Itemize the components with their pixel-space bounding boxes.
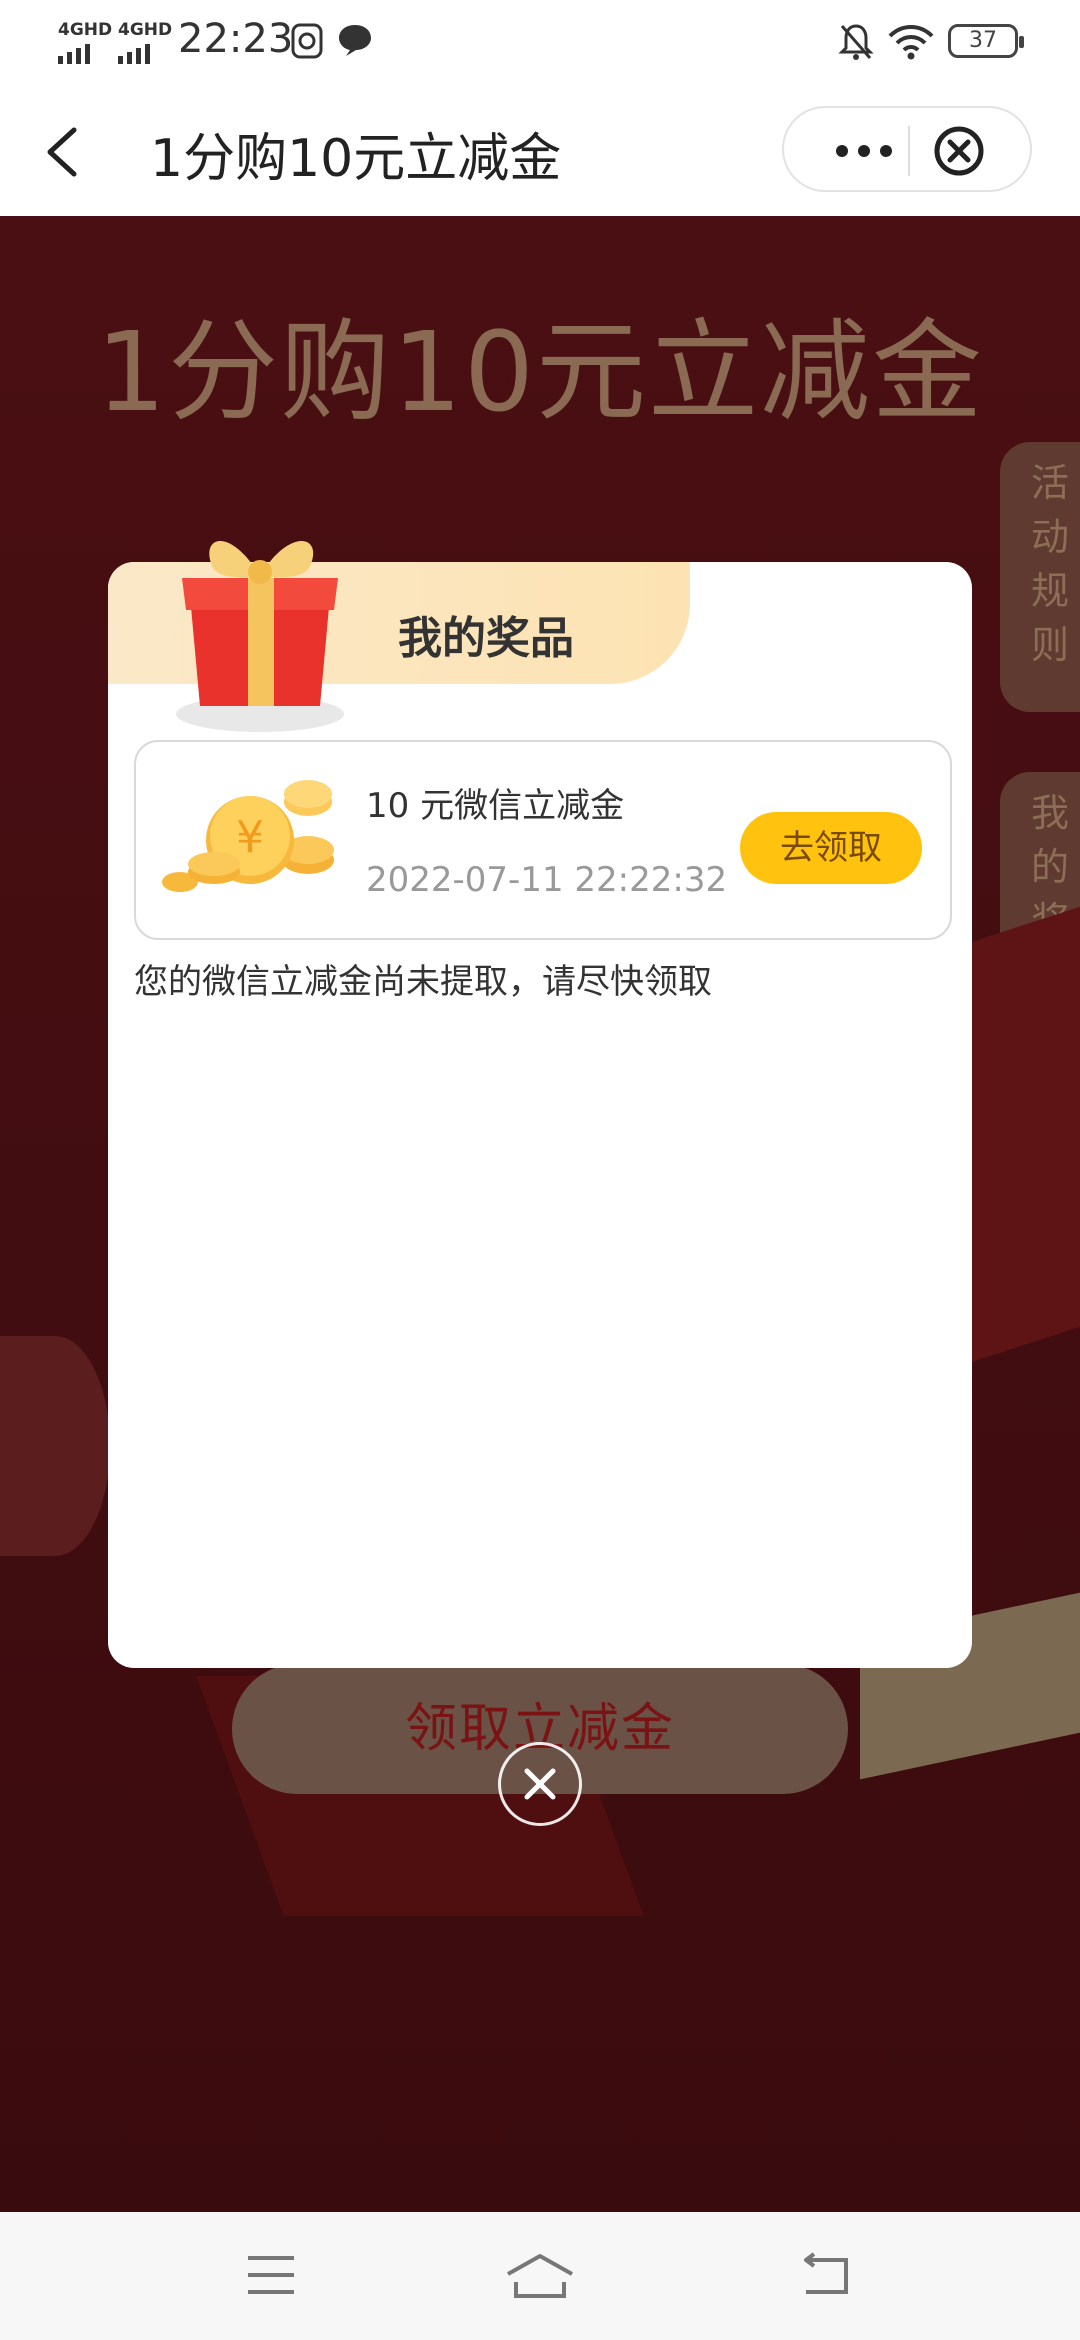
- dialog-title: 我的奖品: [398, 613, 574, 664]
- status-bar: 4GHD 4GHD 22:23 37: [0, 0, 1080, 86]
- home-icon[interactable]: [504, 2252, 576, 2302]
- page-title: 1分购10元立减金: [150, 129, 562, 189]
- side-tab-rules[interactable]: 活 动 规 则: [1000, 442, 1080, 712]
- system-navigation-bar: [0, 2212, 1080, 2340]
- side-tab-rules-label: 活 动 规 则: [1030, 461, 1069, 667]
- sim1-label: 4GHD: [58, 20, 113, 40]
- app-notification-icon: [291, 23, 323, 59]
- gift-box-icon: [176, 541, 344, 732]
- signal-sim2-icon: 4GHD: [118, 20, 172, 64]
- my-prizes-dialog: 我的奖品 ¥ 10 元微信立减金 2022-07-11 22:22:32 去领取…: [108, 541, 972, 1668]
- back-arrow-icon[interactable]: [44, 126, 80, 178]
- svg-text:¥: ¥: [236, 812, 264, 863]
- wifi-icon: [888, 25, 934, 60]
- close-mini-program-icon[interactable]: [932, 124, 986, 178]
- close-icon: [524, 1768, 556, 1800]
- mute-bell-icon: [838, 24, 874, 60]
- back-icon[interactable]: [796, 2252, 852, 2298]
- chat-bubble-icon: [339, 25, 371, 56]
- close-dialog-button[interactable]: [498, 1742, 582, 1826]
- battery-indicator: 37: [948, 24, 1024, 58]
- bg-decoration: [0, 1336, 110, 1556]
- prize-reminder-text: 您的微信立减金尚未提取，请尽快领取: [134, 962, 712, 1002]
- prize-name: 10 元微信立减金: [366, 786, 625, 826]
- nav-bar: 1分购10元立减金: [0, 86, 1080, 216]
- sim2-label: 4GHD: [118, 20, 173, 40]
- background-title: 1分购10元立减金: [96, 308, 984, 436]
- capsule-divider: [908, 126, 910, 176]
- coins-icon: ¥: [162, 780, 334, 892]
- menu-icon[interactable]: [244, 2252, 298, 2298]
- claim-prize-button[interactable]: 去领取: [740, 812, 922, 884]
- prize-card: ¥ 10 元微信立减金 2022-07-11 22:22:32 去领取: [134, 740, 952, 940]
- signal-sim1-icon: 4GHD: [58, 20, 112, 64]
- prize-timestamp: 2022-07-11 22:22:32: [366, 860, 728, 900]
- mini-program-capsule: [782, 106, 1032, 192]
- more-options-icon[interactable]: [828, 136, 918, 166]
- clock: 22:23: [178, 16, 294, 62]
